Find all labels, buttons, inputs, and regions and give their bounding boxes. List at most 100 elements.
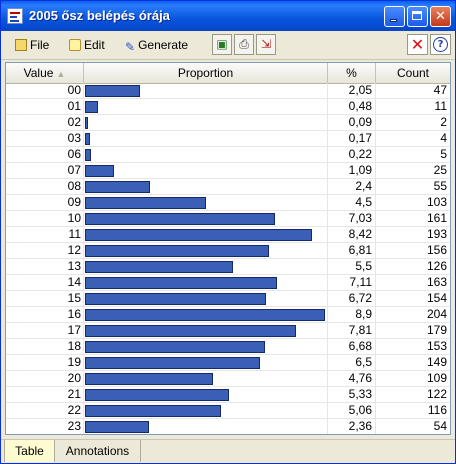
table-row[interactable]: 13 5,5 126	[6, 259, 450, 275]
cell-value: 10	[6, 211, 84, 227]
cell-proportion	[84, 323, 328, 339]
cell-count: 161	[426, 211, 447, 225]
cell-value: 17	[6, 323, 84, 339]
tab-table[interactable]: Table	[4, 440, 55, 462]
table-row[interactable]: 11 8,42 193	[6, 227, 450, 243]
cell-percent: 5,33	[328, 387, 376, 403]
cell-count: 54	[433, 419, 447, 433]
proportion-bar	[85, 261, 233, 273]
column-header-value[interactable]: Value ▲	[6, 63, 84, 83]
menu-file[interactable]: File	[15, 38, 49, 52]
cell-proportion	[84, 243, 328, 259]
cell-count: 25	[433, 163, 447, 177]
cell-value: 08	[6, 179, 84, 195]
cell-count: 103	[426, 195, 447, 209]
proportion-bar	[85, 341, 265, 353]
cell-proportion	[84, 355, 328, 371]
cell-count: 156	[426, 243, 447, 257]
cell-percent: 4,5	[328, 195, 376, 211]
cell-percent: 1,09	[328, 163, 376, 179]
cell-proportion	[84, 307, 328, 323]
column-header-count[interactable]: Count	[376, 63, 450, 83]
help-button[interactable]: ?	[430, 34, 451, 55]
table-header: Value ▲ Proportion % Count	[6, 63, 450, 84]
table-row[interactable]: 23 2,36 54	[6, 419, 450, 434]
cell-count: 149	[426, 355, 447, 369]
cell-value: 01	[6, 99, 84, 115]
cell-proportion	[84, 227, 328, 243]
maximize-button[interactable]	[407, 6, 428, 27]
table-row[interactable]: 16 8,9 204	[6, 307, 450, 323]
cell-value: 09	[6, 195, 84, 211]
menu-edit[interactable]: Edit	[69, 38, 105, 52]
cell-proportion	[84, 291, 328, 307]
table-row[interactable]: 10 7,03 161	[6, 211, 450, 227]
cell-value: 11	[6, 227, 84, 243]
menu-generate-label: Generate	[138, 38, 189, 52]
cell-percent: 0,48	[328, 99, 376, 115]
tab-annotations[interactable]: Annotations	[55, 440, 141, 462]
cell-count: 2	[440, 115, 447, 129]
column-header-value-label: Value	[23, 66, 54, 80]
table-row[interactable]: 02 0,09 2	[6, 115, 450, 131]
print-icon: ⎙	[239, 37, 249, 51]
table-row[interactable]: 21 5,33 122	[6, 387, 450, 403]
cell-value: 07	[6, 163, 84, 179]
table-row[interactable]: 22 5,06 116	[6, 403, 450, 419]
table-row[interactable]: 03 0,17 4	[6, 131, 450, 147]
table-row[interactable]: 17 7,81 179	[6, 323, 450, 339]
cell-count: 47	[433, 83, 447, 97]
cell-percent: 5,06	[328, 403, 376, 419]
chart-window-icon	[7, 8, 23, 24]
menu-file-label: File	[30, 38, 50, 52]
cell-value: 23	[6, 419, 84, 434]
table-row[interactable]: 20 4,76 109	[6, 371, 450, 387]
print-button[interactable]: ⎙	[234, 34, 254, 55]
table-row[interactable]: 19 6,5 149	[6, 355, 450, 371]
proportion-bar	[85, 101, 98, 113]
view-button[interactable]: ▣	[212, 34, 232, 55]
cell-proportion	[84, 131, 328, 147]
close-output-button[interactable]: ✕	[407, 34, 428, 55]
title-bar[interactable]: 2005 ősz belépés órája ✕	[1, 1, 455, 31]
export-icon: ⇲	[260, 37, 272, 51]
proportion-bar	[85, 405, 221, 417]
minimize-button[interactable]	[384, 6, 405, 27]
proportion-bar	[85, 213, 275, 225]
table-row[interactable]: 15 6,72 154	[6, 291, 450, 307]
cell-percent: 0,22	[328, 147, 376, 163]
column-header-proportion[interactable]: Proportion	[84, 63, 328, 83]
cell-percent: 2,36	[328, 419, 376, 434]
menu-generate[interactable]: ✎ Generate	[125, 38, 189, 54]
maximize-icon	[412, 11, 422, 20]
column-header-percent[interactable]: %	[328, 63, 376, 83]
table-row[interactable]: 18 6,68 153	[6, 339, 450, 355]
cell-percent: 5,5	[328, 259, 376, 275]
table-row[interactable]: 00 2,05 47	[6, 83, 450, 99]
cell-proportion	[84, 195, 328, 211]
export-button[interactable]: ⇲	[256, 34, 276, 55]
table-row[interactable]: 14 7,11 163	[6, 275, 450, 291]
cell-proportion	[84, 403, 328, 419]
table-row[interactable]: 09 4,5 103	[6, 195, 450, 211]
table-row[interactable]: 01 0,48 11	[6, 99, 450, 115]
cell-count: 126	[426, 259, 447, 273]
proportion-bar	[85, 325, 296, 337]
table-row[interactable]: 12 6,81 156	[6, 243, 450, 259]
table-row[interactable]: 08 2,4 55	[6, 179, 450, 195]
cell-proportion	[84, 147, 328, 163]
cell-count: 122	[426, 387, 447, 401]
table-row[interactable]: 07 1,09 25	[6, 163, 450, 179]
table-row[interactable]: 06 0,22 5	[6, 147, 450, 163]
cell-proportion	[84, 419, 328, 434]
close-window-button[interactable]: ✕	[430, 6, 451, 27]
proportion-bar	[85, 389, 229, 401]
cell-count: 109	[426, 371, 447, 385]
table-body: 00 2,05 47 01 0,48 11 02 0,09 2 03 0,17 4 06 0,22 5 07 1…	[6, 83, 450, 434]
cell-percent: 8,9	[328, 307, 376, 323]
cell-percent: 7,81	[328, 323, 376, 339]
cell-value: 20	[6, 371, 84, 387]
proportion-bar	[85, 133, 90, 145]
cell-percent: 6,81	[328, 243, 376, 259]
proportion-bar	[85, 293, 266, 305]
